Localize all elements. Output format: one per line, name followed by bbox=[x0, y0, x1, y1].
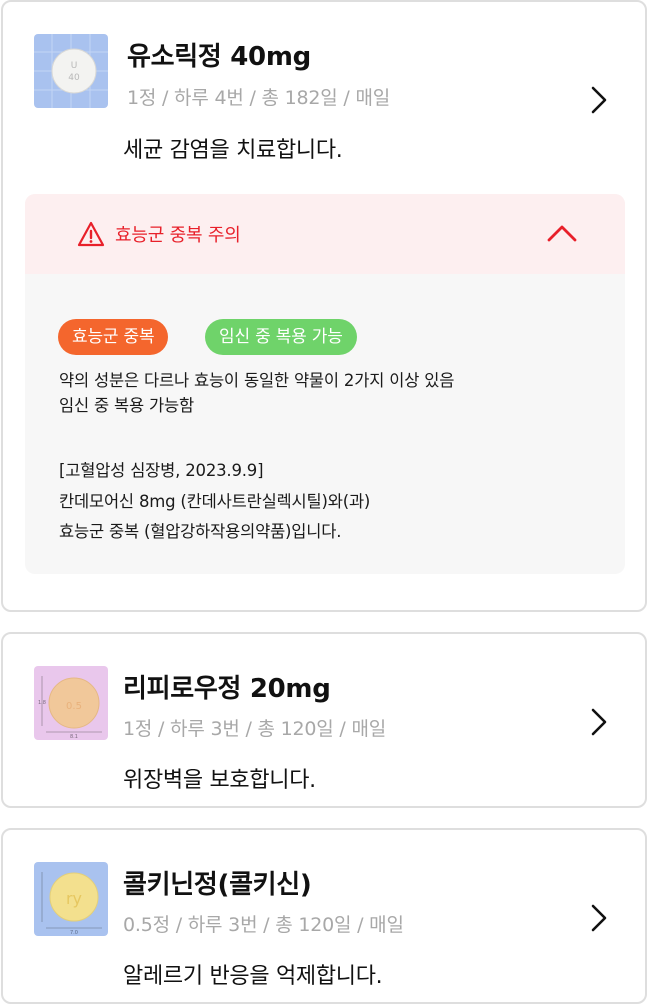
warning-detail-line: 효능군 중복 (혈압강하작용의약품)입니다. bbox=[59, 522, 342, 541]
medication-card[interactable]: U 40 유소릭정 40mg 1정 / 하루 4번 / 총 182일 / 매일 … bbox=[1, 0, 647, 612]
warning-title: 효능군 중복 주의 bbox=[115, 225, 241, 246]
drug-description: 알레르기 반응을 억제합니다. bbox=[123, 964, 383, 989]
warning-triangle-icon bbox=[77, 221, 105, 247]
drug-name: 콜키닌정(콜키신) bbox=[123, 870, 312, 900]
pregnancy-safe-tag: 임신 중 복용 가능 bbox=[205, 319, 357, 355]
warning-summary-line: 임신 중 복용 가능함 bbox=[59, 396, 194, 415]
svg-text:1.8: 1.8 bbox=[38, 700, 46, 706]
medication-card[interactable]: 7.0 ry 콜키닌정(콜키신) 0.5정 / 하루 3번 / 총 120일 /… bbox=[1, 828, 647, 1004]
dosage-info: 1정 / 하루 3번 / 총 120일 / 매일 bbox=[123, 718, 387, 740]
drug-name: 리피로우정 20mg bbox=[123, 674, 331, 704]
drug-name: 유소릭정 40mg bbox=[127, 42, 311, 72]
dosage-info: 1정 / 하루 4번 / 총 182일 / 매일 bbox=[127, 87, 391, 109]
warning-panel: 효능군 중복 주의 효능군 중복 임신 중 복용 가능 약의 성분은 다르나 효… bbox=[25, 194, 625, 574]
svg-text:U: U bbox=[71, 61, 78, 71]
chevron-right-icon[interactable] bbox=[588, 902, 610, 934]
drug-description: 세균 감염을 치료합니다. bbox=[123, 138, 343, 163]
warning-header[interactable]: 효능군 중복 주의 bbox=[25, 194, 625, 274]
warning-detail-line: [고혈압성 심장병, 2023.9.9] bbox=[59, 461, 264, 480]
svg-text:40: 40 bbox=[68, 73, 80, 83]
svg-text:0.5: 0.5 bbox=[66, 701, 82, 712]
warning-detail-line: 칸데모어신 8mg (칸데사트란실렉시틸)와(과) bbox=[59, 492, 371, 511]
medication-card[interactable]: 1.8 8.1 0.5 리피로우정 20mg 1정 / 하루 3번 / 총 12… bbox=[1, 632, 647, 808]
chevron-right-icon[interactable] bbox=[588, 706, 610, 738]
drug-description: 위장벽을 보호합니다. bbox=[123, 768, 316, 793]
dosage-info: 0.5정 / 하루 3번 / 총 120일 / 매일 bbox=[123, 914, 404, 936]
chevron-up-icon[interactable] bbox=[545, 222, 579, 244]
duplicate-efficacy-tag: 효능군 중복 bbox=[58, 319, 169, 355]
pill-image: 7.0 ry bbox=[34, 862, 108, 936]
svg-text:8.1: 8.1 bbox=[70, 734, 78, 740]
chevron-right-icon[interactable] bbox=[588, 84, 610, 116]
warning-summary-line: 약의 성분은 다르나 효능이 동일한 약물이 2가지 이상 있음 bbox=[59, 371, 455, 390]
svg-text:7.0: 7.0 bbox=[70, 930, 78, 936]
svg-text:ry: ry bbox=[66, 889, 82, 908]
pill-image: 1.8 8.1 0.5 bbox=[34, 666, 108, 740]
pill-image: U 40 bbox=[34, 34, 108, 108]
